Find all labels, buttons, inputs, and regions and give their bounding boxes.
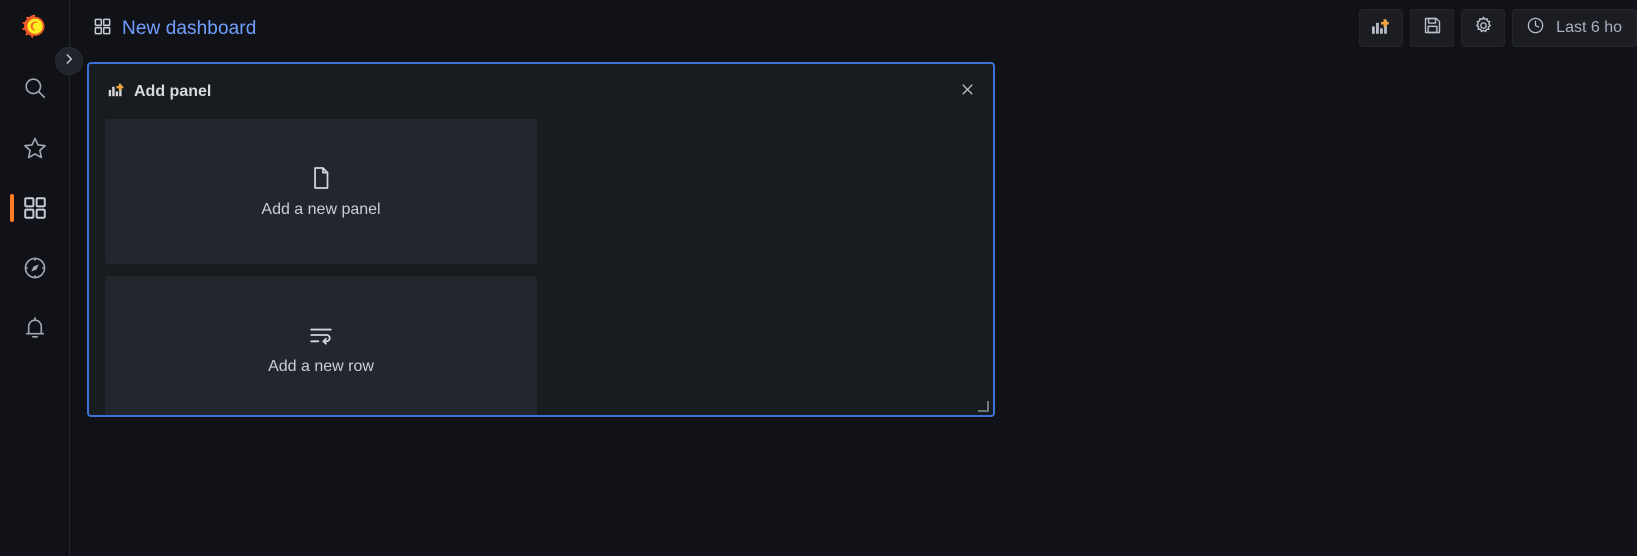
sidebar-item-explore[interactable]	[0, 238, 70, 298]
add-panel-icon	[1370, 15, 1392, 42]
star-icon	[22, 135, 48, 161]
dashboard-settings-button[interactable]	[1461, 9, 1506, 47]
dashboards-icon	[22, 195, 48, 221]
add-panel-widget: Add panel Add a new panel Add a new row	[87, 62, 995, 417]
wrap-text-icon	[308, 322, 334, 348]
chevron-right-icon	[62, 52, 76, 71]
add-panel-button[interactable]	[1359, 9, 1404, 47]
compass-icon	[22, 255, 48, 281]
dashboard-grid-icon	[93, 17, 112, 41]
sidebar-item-starred[interactable]	[0, 118, 70, 178]
add-panel-title-wrap: Add panel	[107, 80, 211, 104]
gear-icon	[1473, 15, 1494, 41]
top-navbar: New dashboard Last 6 ho	[70, 0, 1637, 57]
toolbar: Last 6 ho	[1359, 9, 1637, 47]
add-new-panel-card[interactable]: Add a new panel	[105, 119, 537, 264]
add-panel-title: Add panel	[134, 82, 212, 100]
file-icon	[308, 165, 334, 191]
close-icon	[960, 82, 975, 102]
breadcrumb[interactable]: New dashboard	[93, 17, 256, 41]
add-new-row-label: Add a new row	[268, 357, 374, 375]
sidebar-expand-button[interactable]	[55, 47, 83, 75]
clock-icon	[1526, 16, 1545, 40]
sidebar-item-dashboards[interactable]	[0, 178, 70, 238]
add-panel-icon	[107, 80, 126, 104]
bell-icon	[22, 315, 48, 341]
active-indicator	[9, 194, 14, 222]
sidebar	[0, 0, 70, 556]
resize-handle-icon[interactable]	[977, 399, 989, 412]
save-icon	[1422, 15, 1443, 41]
add-new-panel-label: Add a new panel	[261, 200, 381, 218]
search-icon	[22, 75, 48, 101]
add-new-row-card[interactable]: Add a new row	[105, 276, 537, 415]
time-range-picker[interactable]: Last 6 ho	[1512, 9, 1637, 47]
page-title: New dashboard	[122, 17, 257, 39]
close-button[interactable]	[954, 79, 980, 105]
time-range-label: Last 6 ho	[1556, 19, 1622, 36]
save-dashboard-button[interactable]	[1410, 9, 1455, 47]
dashboard-page: New dashboard Last 6 ho Add panel Add a …	[0, 0, 1637, 556]
sidebar-item-alerting[interactable]	[0, 298, 70, 358]
add-panel-options: Add a new panel Add a new row	[89, 119, 993, 415]
add-panel-header: Add panel	[89, 64, 993, 119]
